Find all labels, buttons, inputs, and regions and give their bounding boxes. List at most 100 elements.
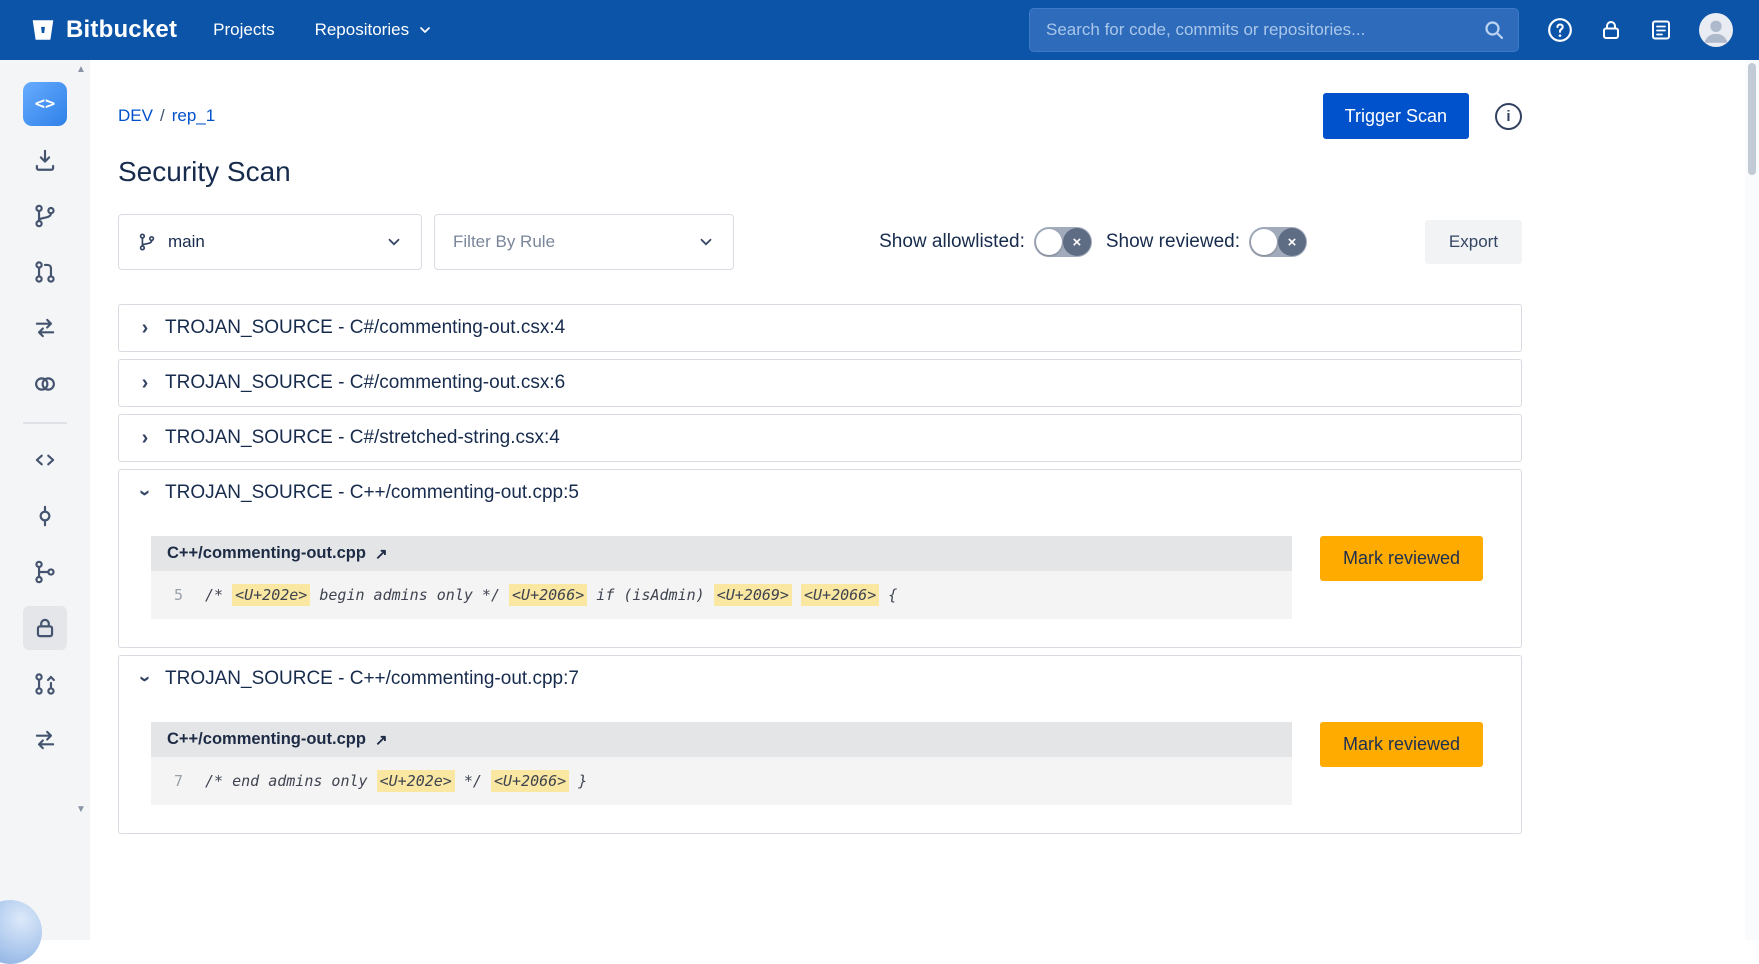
show-reviewed-toggle[interactable]: ×	[1249, 227, 1307, 257]
finding-header[interactable]: TROJAN_SOURCE - C++/commenting-out.cpp:7	[119, 656, 1521, 702]
finding-row: TROJAN_SOURCE - C#/stretched-string.csx:…	[118, 414, 1522, 462]
unicode-control-char-token: <U+2066>	[509, 584, 587, 606]
mirrors-icon[interactable]	[23, 362, 67, 406]
sidebar-scroll-down-icon[interactable]: ▼	[75, 804, 87, 816]
line-number: 7	[167, 772, 183, 790]
finding-title: TROJAN_SOURCE - C#/commenting-out.csx:4	[165, 317, 565, 339]
code-text-segment: begin admins only */	[310, 586, 509, 604]
feedback-icon[interactable]	[1649, 18, 1673, 42]
finding-header[interactable]: TROJAN_SOURCE - C#/stretched-string.csx:…	[119, 415, 1521, 461]
code-file-link[interactable]: C++/commenting-out.cpp ↗	[151, 722, 1292, 757]
finding-header[interactable]: TROJAN_SOURCE - C#/commenting-out.csx:4	[119, 305, 1521, 351]
finding-header[interactable]: TROJAN_SOURCE - C++/commenting-out.cpp:5	[119, 470, 1521, 516]
unicode-control-char-token: <U+202e>	[377, 770, 455, 792]
toggle-group: Show allowlisted: × Show reviewed: ×	[879, 227, 1321, 257]
export-button[interactable]: Export	[1425, 220, 1522, 264]
bitbucket-logo[interactable]: Bitbucket	[30, 16, 177, 44]
compare-icon[interactable]	[23, 306, 67, 350]
lock-icon[interactable]	[1599, 18, 1623, 42]
code-text-segment: /*	[205, 586, 232, 604]
breadcrumb-separator: /	[160, 106, 165, 126]
chevron-down-icon	[417, 22, 433, 38]
trigger-scan-button[interactable]: Trigger Scan	[1323, 93, 1469, 139]
bitbucket-mark-icon	[30, 17, 56, 43]
show-reviewed-label: Show reviewed:	[1106, 231, 1240, 253]
show-allowlisted-toggle[interactable]: ×	[1034, 227, 1092, 257]
top-navigation-bar: Bitbucket Projects Repositories	[0, 0, 1759, 60]
code-line: 5 /* <U+202e> begin admins only */ <U+20…	[151, 571, 1292, 619]
security-scan-lock-icon[interactable]	[23, 606, 67, 650]
code-file-name: C++/commenting-out.cpp	[167, 544, 366, 563]
pull-requests-icon[interactable]	[23, 662, 67, 706]
scrollbar-handle[interactable]	[1748, 63, 1756, 175]
finding-detail: C++/commenting-out.cpp ↗ 7 /* end admins…	[119, 702, 1521, 833]
code-text-segment	[792, 586, 801, 604]
info-icon[interactable]	[1495, 103, 1522, 130]
branches-icon[interactable]	[23, 550, 67, 594]
finding-header[interactable]: TROJAN_SOURCE - C#/commenting-out.csx:6	[119, 360, 1521, 406]
commits-icon[interactable]	[23, 494, 67, 538]
finding-title: TROJAN_SOURCE - C++/commenting-out.cpp:5	[165, 482, 579, 504]
global-search	[1029, 8, 1519, 52]
toggle-off-icon: ×	[1063, 228, 1091, 256]
toggle-off-icon: ×	[1278, 228, 1306, 256]
chevron-down-icon	[385, 233, 403, 251]
branch-icon[interactable]	[23, 194, 67, 238]
branch-select-value: main	[168, 232, 205, 252]
chevron-icon	[137, 373, 153, 393]
nav-projects-label: Projects	[213, 20, 274, 40]
mark-reviewed-button[interactable]: Mark reviewed	[1320, 536, 1483, 581]
nav-repositories[interactable]: Repositories	[315, 20, 434, 40]
branch-select[interactable]: main	[118, 214, 422, 270]
sidebar-scroll-up-icon[interactable]: ▲	[75, 64, 87, 76]
finding-title: TROJAN_SOURCE - C#/commenting-out.csx:6	[165, 372, 565, 394]
unicode-control-char-token: <U+2066>	[491, 770, 569, 792]
brand-name: Bitbucket	[66, 16, 177, 44]
branch-icon	[137, 232, 157, 252]
top-nav-menu: Projects Repositories	[213, 20, 433, 40]
rule-filter-select[interactable]: Filter By Rule	[434, 214, 734, 270]
checkout-icon[interactable]	[23, 138, 67, 182]
line-number: 5	[167, 586, 183, 604]
show-allowlisted-label: Show allowlisted:	[879, 231, 1025, 253]
search-icon[interactable]	[1482, 18, 1506, 42]
page-scrollbar[interactable]	[1745, 60, 1759, 940]
code-text-segment: {	[879, 586, 897, 604]
breadcrumb-project-link[interactable]: DEV	[118, 106, 153, 126]
toggle-knob	[1251, 229, 1277, 255]
external-link-icon: ↗	[375, 731, 388, 749]
chevron-icon	[137, 428, 153, 448]
source-code-icon[interactable]	[23, 438, 67, 482]
search-input[interactable]	[1029, 8, 1519, 52]
unicode-control-char-token: <U+202e>	[232, 584, 310, 606]
toggle-knob	[1036, 229, 1062, 255]
breadcrumb-repo-link[interactable]: rep_1	[172, 106, 215, 126]
finding-title: TROJAN_SOURCE - C#/stretched-string.csx:…	[165, 427, 560, 449]
code-file-link[interactable]: C++/commenting-out.cpp ↗	[151, 536, 1292, 571]
repository-avatar[interactable]: <>	[23, 82, 67, 126]
code-content: /* end admins only <U+202e> */ <U+2066> …	[205, 772, 587, 790]
chevron-down-icon	[697, 233, 715, 251]
finding-row: TROJAN_SOURCE - C#/commenting-out.csx:4	[118, 304, 1522, 352]
finding-row: TROJAN_SOURCE - C#/commenting-out.csx:6	[118, 359, 1522, 407]
pull-request-icon[interactable]	[23, 250, 67, 294]
unicode-control-char-token: <U+2066>	[801, 584, 879, 606]
code-line: 7 /* end admins only <U+202e> */ <U+2066…	[151, 757, 1292, 805]
chevron-icon	[135, 671, 155, 687]
code-text-segment: */	[455, 772, 491, 790]
sidebar-divider	[23, 422, 67, 424]
nav-projects[interactable]: Projects	[213, 20, 274, 40]
finding-title: TROJAN_SOURCE - C++/commenting-out.cpp:7	[165, 668, 579, 690]
breadcrumb: DEV / rep_1	[118, 106, 215, 126]
rule-filter-placeholder: Filter By Rule	[453, 232, 555, 252]
mark-reviewed-button[interactable]: Mark reviewed	[1320, 722, 1483, 767]
external-link-icon: ↗	[375, 545, 388, 563]
chevron-icon	[137, 318, 153, 338]
unicode-control-char-token: <U+2069>	[714, 584, 792, 606]
code-snippet: C++/commenting-out.cpp ↗ 5 /* <U+202e> b…	[151, 536, 1292, 619]
finding-row: TROJAN_SOURCE - C++/commenting-out.cpp:5…	[118, 469, 1522, 648]
help-icon[interactable]	[1547, 17, 1573, 43]
user-avatar[interactable]	[1699, 13, 1733, 47]
main-content: DEV / rep_1 Trigger Scan Security Scan m…	[90, 60, 1745, 940]
forks-icon[interactable]	[23, 718, 67, 762]
